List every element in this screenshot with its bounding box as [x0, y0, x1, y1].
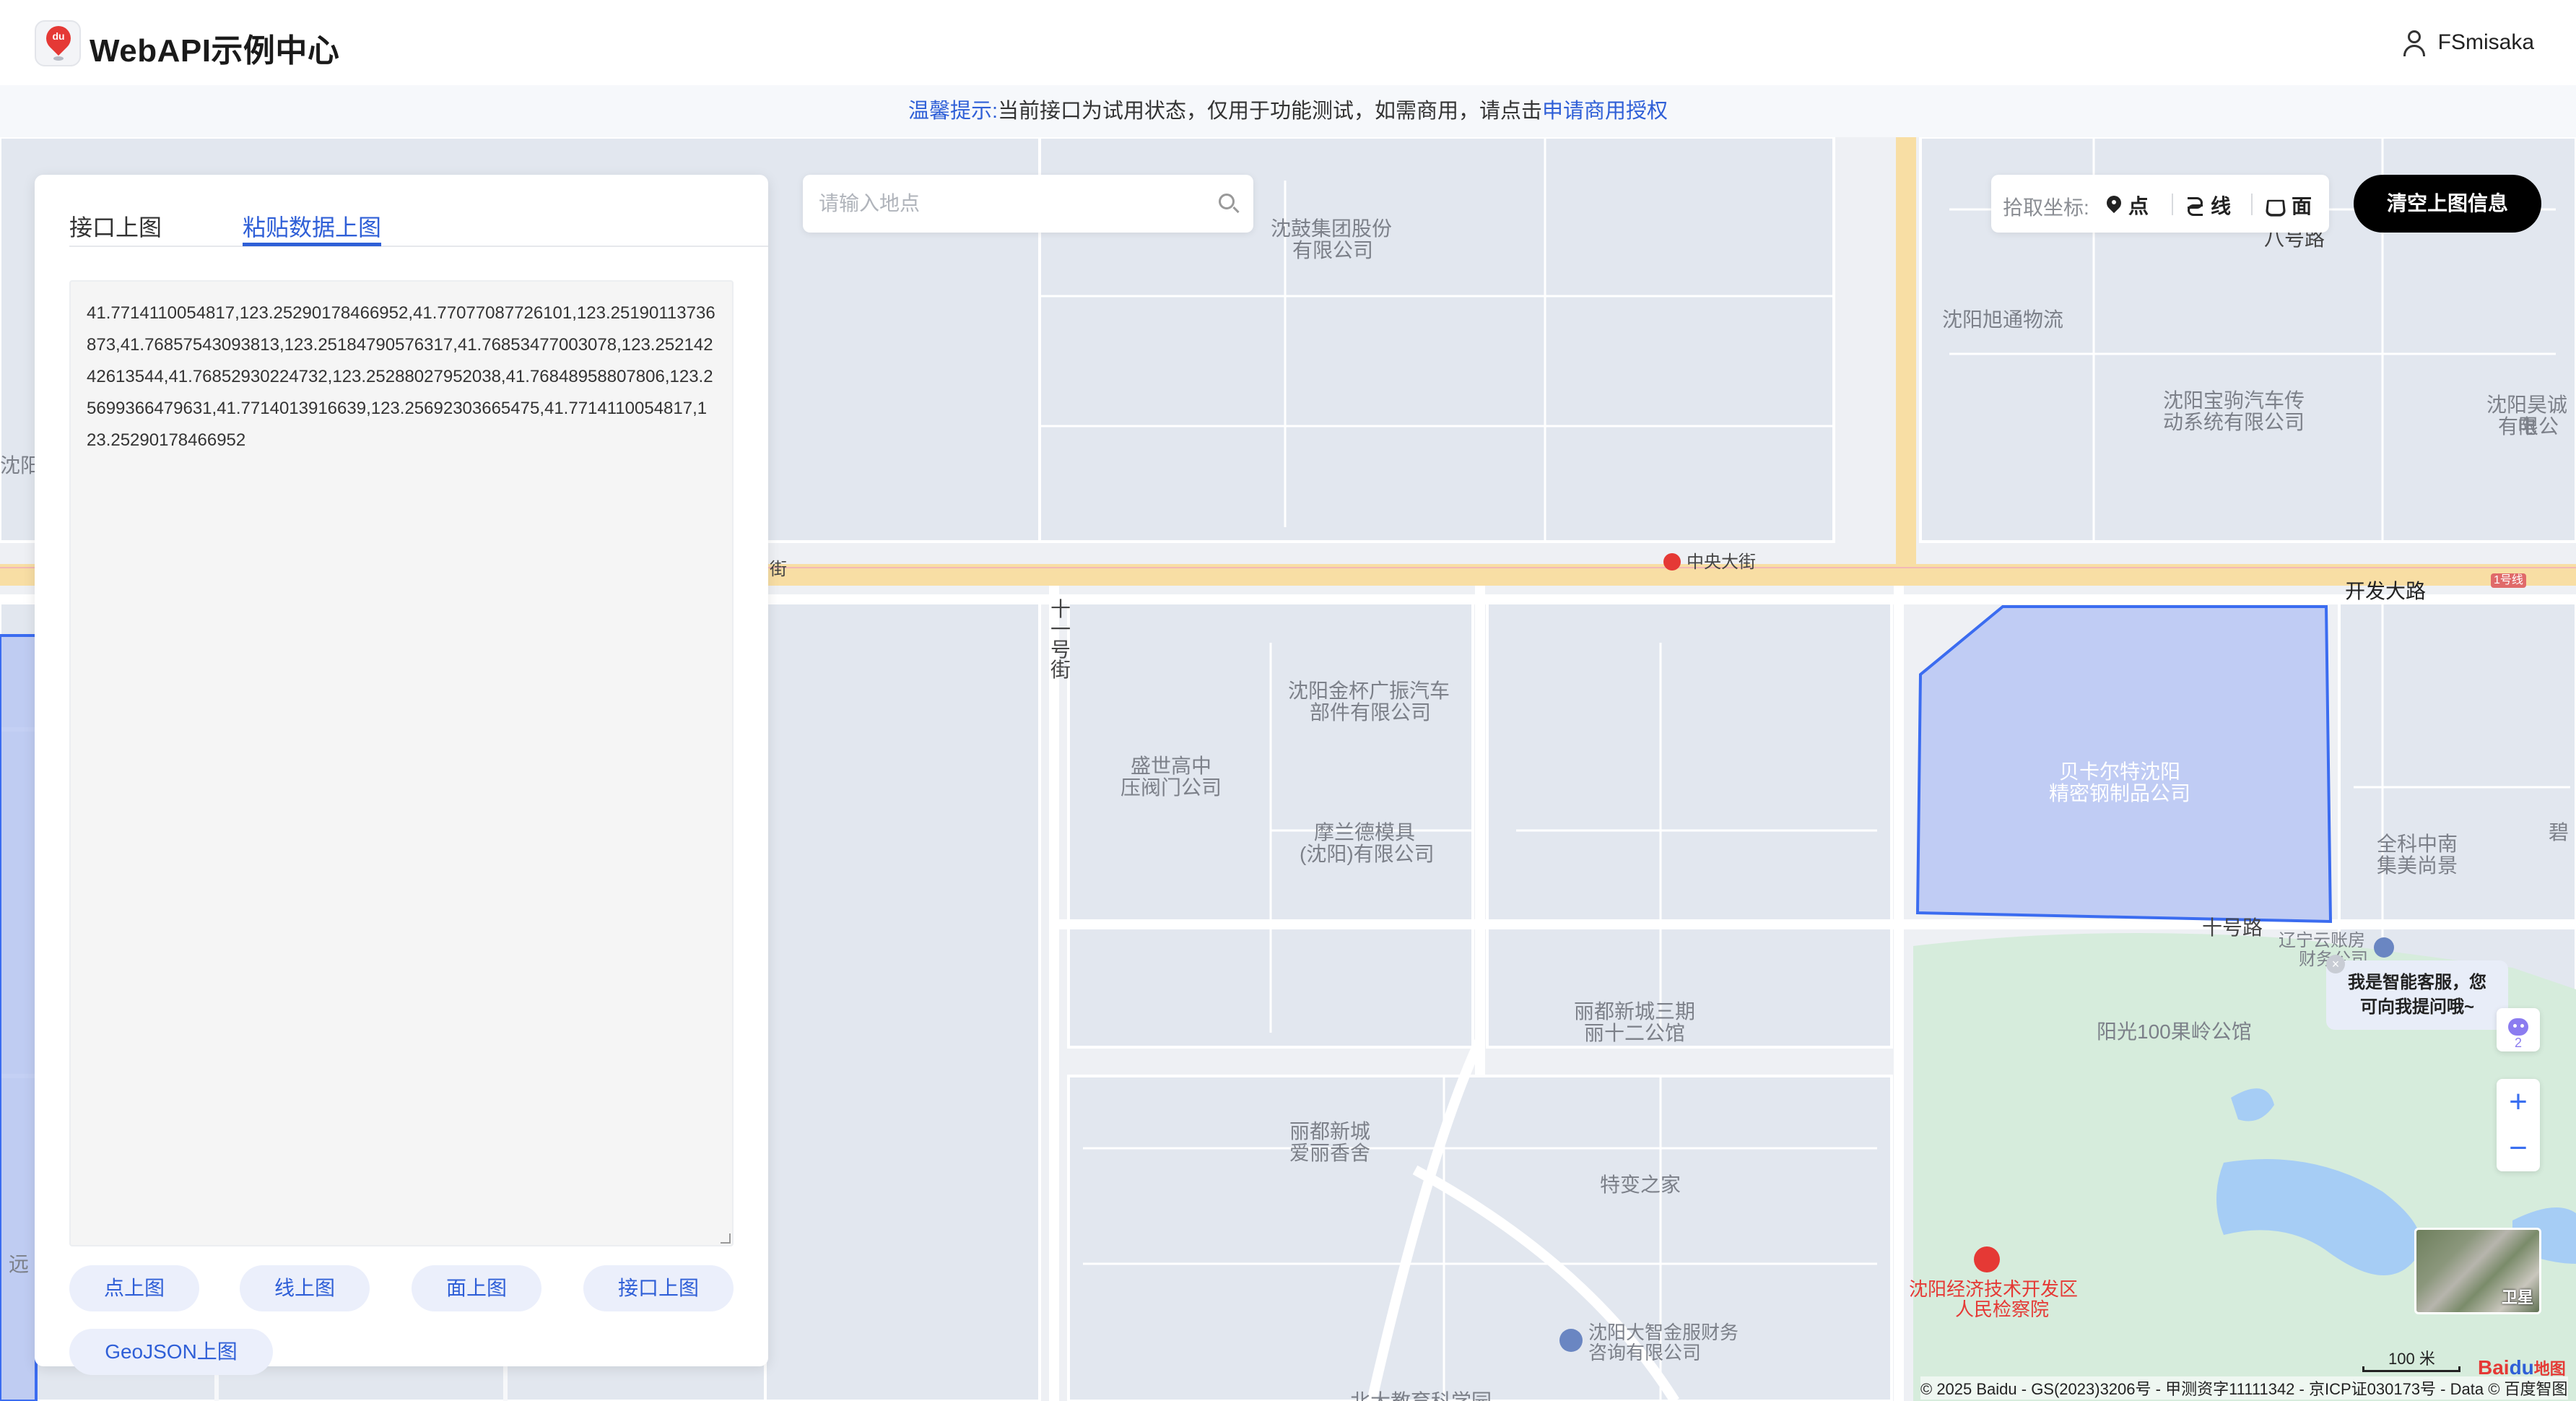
- map-label: 丽都新城三期: [1574, 1000, 1696, 1023]
- map-label: 有限公: [2498, 415, 2559, 438]
- user-icon: [2402, 29, 2427, 56]
- map-label: (沈阳)有限公司: [1300, 843, 1435, 865]
- panel-tabs: 接口上图 粘贴数据上图: [69, 189, 768, 247]
- pick-point-option[interactable]: 点: [2107, 191, 2149, 220]
- map-label: 爱丽香舍: [1289, 1142, 1371, 1164]
- map-label: 阳光100果岭公馆: [2097, 1020, 2252, 1043]
- location-pin-icon: [2107, 196, 2121, 214]
- top-header: du WebAPI示例中心 FSmisaka: [0, 0, 2576, 85]
- plot-points-button[interactable]: 点上图: [69, 1265, 199, 1311]
- route-icon: [2186, 196, 2203, 216]
- close-icon[interactable]: ×: [2326, 955, 2345, 973]
- username: FSmisaka: [2437, 30, 2534, 54]
- zoom-out-button[interactable]: −: [2497, 1125, 2540, 1171]
- map-label: 动系统有限公司: [2163, 411, 2305, 433]
- map-label: 丽十二公馆: [1584, 1022, 1686, 1044]
- baidu-map-logo[interactable]: du: [35, 20, 81, 66]
- copyright-text: © 2025 Baidu - GS(2023)3206号 - 甲测资字11111…: [1920, 1376, 2568, 1400]
- map-label: 开发大路: [2345, 580, 2427, 602]
- metro-line-badge: 1号线: [2491, 573, 2526, 588]
- pick-polygon-option[interactable]: 面: [2264, 191, 2312, 220]
- map-label: 远: [9, 1253, 30, 1275]
- resize-handle[interactable]: [721, 1233, 731, 1244]
- map-label: 沈阳经济技术开发区: [1909, 1278, 2079, 1300]
- apply-license-link[interactable]: 申请商用授权: [1542, 100, 1668, 123]
- assistant-badge: 2: [2514, 1036, 2522, 1050]
- satellite-label: 卫星: [2501, 1288, 2533, 1306]
- logo-text: du: [52, 30, 65, 42]
- map-label: 贝卡尔特沈阳: [2059, 760, 2181, 783]
- map-label: 全科中南: [2377, 833, 2458, 855]
- map-label: 精密钢制品公司: [2049, 782, 2191, 804]
- assistant-bubble[interactable]: 我是智能客服，您 可向我提问哦~: [2326, 960, 2508, 1030]
- notice-text: 当前接口为试用状态，仅用于功能测试，如需商用，请点击: [998, 100, 1543, 123]
- plot-line-button[interactable]: 线上图: [240, 1265, 370, 1311]
- map-label: 碧: [2549, 821, 2570, 843]
- plot-api-button[interactable]: 接口上图: [583, 1265, 734, 1311]
- textarea-value: 41.7714110054817,123.25290178466952,41.7…: [87, 303, 715, 450]
- search-icon[interactable]: [1219, 194, 1235, 209]
- map-label: 有限公司: [1292, 239, 1374, 261]
- map-label: 沈阳金杯广振汽车: [1288, 680, 1450, 702]
- tab-api-plot[interactable]: 接口上图: [69, 209, 162, 243]
- map-label: 摩兰德模具: [1314, 821, 1416, 843]
- data-panel: 接口上图 粘贴数据上图 41.7714110054817,123.2529017…: [35, 175, 768, 1375]
- plot-polygon-button[interactable]: 面上图: [412, 1265, 541, 1311]
- map-label: 盛世高中: [1131, 755, 1212, 777]
- map-label: 十一号街: [1050, 598, 1071, 681]
- place-search: [803, 175, 1253, 233]
- map-label: 沈阳宝驹汽车传: [2163, 389, 2305, 412]
- map-label: 北大教育科学园: [1350, 1391, 1492, 1401]
- polygon-icon: [2264, 196, 2284, 214]
- map-label: 街: [770, 560, 787, 579]
- app-title: WebAPI示例中心: [90, 33, 340, 69]
- map-label: 沈阳旭通物流: [1942, 308, 2064, 331]
- zoom-in-button[interactable]: +: [2497, 1079, 2540, 1125]
- assistant-robot-icon[interactable]: 2: [2497, 1008, 2540, 1051]
- notice-label: 温馨提示:: [908, 100, 998, 123]
- pick-label: 拾取坐标:: [2003, 196, 2089, 219]
- map-label: 特变之家: [1600, 1174, 1681, 1196]
- notice-bar: 温馨提示:当前接口为试用状态，仅用于功能测试，如需商用，请点击申请商用授权: [0, 85, 2576, 137]
- map-label: 人民检察院: [1955, 1298, 2050, 1320]
- active-tab-indicator: [243, 243, 381, 246]
- plot-geojson-button[interactable]: GeoJSON上图: [69, 1329, 273, 1375]
- user-menu[interactable]: FSmisaka: [2402, 29, 2534, 56]
- coordinate-textarea[interactable]: 41.7714110054817,123.25290178466952,41.7…: [69, 280, 734, 1246]
- tab-paste-data-plot[interactable]: 粘贴数据上图: [243, 209, 381, 243]
- zoom-control: + −: [2497, 1079, 2540, 1171]
- map-label: 压阀门公司: [1121, 776, 1222, 799]
- pick-line-option[interactable]: 线: [2186, 191, 2231, 220]
- map-label: 部件有限公司: [1310, 701, 1432, 724]
- clear-overlays-button[interactable]: 清空上图信息: [2354, 175, 2541, 233]
- satellite-toggle[interactable]: 卫星: [2414, 1228, 2541, 1314]
- map-label: 咨询有限公司: [1588, 1342, 1702, 1363]
- map-label: 丽都新城: [1289, 1120, 1371, 1142]
- map-label: 十号路: [2202, 916, 2263, 939]
- search-input[interactable]: [819, 175, 1209, 233]
- map-label: 沈鼓集团股份: [1271, 217, 1393, 240]
- map-label: 集美尚景: [2377, 854, 2458, 877]
- map-label: 沈阳大智金服财务: [1588, 1322, 1739, 1343]
- pick-coordinates-toolbar: 拾取坐标: 点 线 面: [1991, 175, 2329, 233]
- map-label: 中央大街: [1687, 552, 1756, 572]
